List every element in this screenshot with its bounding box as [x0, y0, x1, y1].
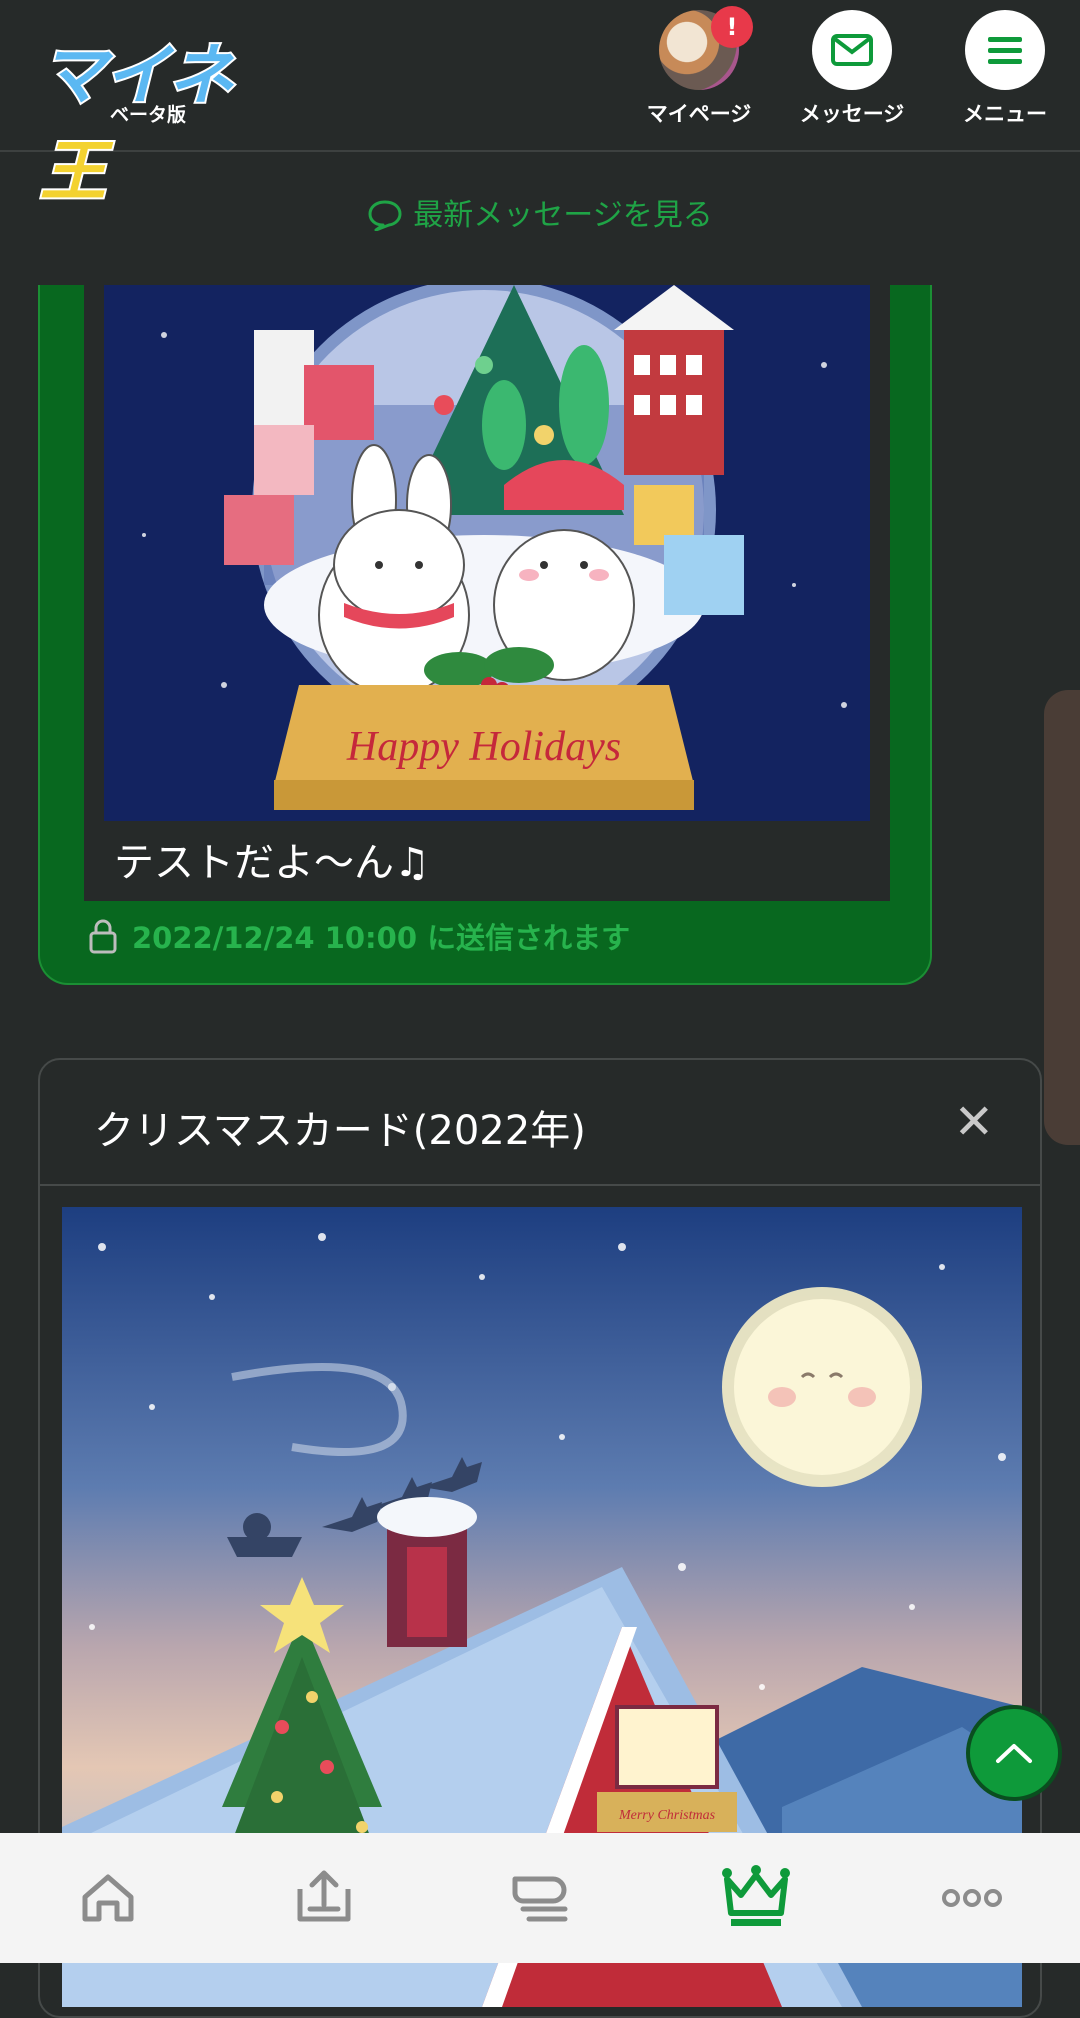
notification-badge: !: [711, 6, 753, 48]
envelope-icon: [831, 34, 873, 66]
chevron-up-icon: [996, 1744, 1032, 1763]
message-bubble: Happy Holidays テストだよ〜ん♫: [84, 285, 890, 901]
app-header: マイネ王 ベータ版 ! マイページ メッセージ メニュー: [0, 0, 1080, 212]
holiday-card-image[interactable]: Happy Holidays: [104, 285, 870, 821]
home-icon: [82, 1874, 134, 1922]
hamburger-icon: [988, 37, 1022, 64]
nav-home[interactable]: [0, 1833, 216, 1963]
menu-button[interactable]: メニュー: [930, 10, 1080, 130]
messages-icon: [512, 1876, 568, 1922]
message-button[interactable]: メッセージ: [777, 10, 927, 130]
happy-holidays-text: Happy Holidays: [346, 724, 621, 770]
beta-label: ベータ版: [110, 104, 187, 126]
lock-icon: [89, 919, 117, 954]
app-logo[interactable]: マイネ王 ベータ版: [38, 22, 260, 212]
nav-ranking[interactable]: [648, 1833, 864, 1963]
close-button[interactable]: ✕: [954, 1094, 994, 1150]
message-label: メッセージ: [799, 102, 905, 126]
merry-christmas-sign: Merry Christmas: [618, 1808, 716, 1823]
mypage-button[interactable]: ! マイページ: [624, 6, 774, 130]
nav-upload[interactable]: [216, 1833, 432, 1963]
menu-label: メニュー: [963, 102, 1047, 126]
upload-icon: [297, 1870, 351, 1922]
scroll-to-top-button[interactable]: [966, 1705, 1062, 1801]
nav-messages[interactable]: [432, 1833, 648, 1963]
panel-header: クリスマスカード(2022年) ✕: [40, 1060, 1040, 1186]
mypage-label: マイページ: [646, 102, 752, 126]
message-text: テストだよ〜ん♫: [114, 840, 430, 886]
close-icon: ✕: [953, 1094, 994, 1150]
avatar: !: [659, 6, 753, 90]
more-icon: [942, 1889, 1002, 1907]
speech-bubble-icon: [368, 200, 402, 232]
crown-icon: [722, 1865, 790, 1926]
scheduled-status: 2022/12/24 10:00 に送信されます: [88, 915, 630, 957]
bottom-navigation: [0, 1833, 1080, 1963]
latest-messages-link[interactable]: 最新メッセージを見る: [0, 190, 1080, 234]
panel-title: クリスマスカード(2022年): [94, 1108, 586, 1154]
nav-more[interactable]: [864, 1833, 1080, 1963]
scrollbar-handle[interactable]: [1044, 690, 1080, 1145]
scheduled-message-card: Happy Holidays テストだよ〜ん♫ 2022/12/24 10:00…: [38, 285, 932, 985]
